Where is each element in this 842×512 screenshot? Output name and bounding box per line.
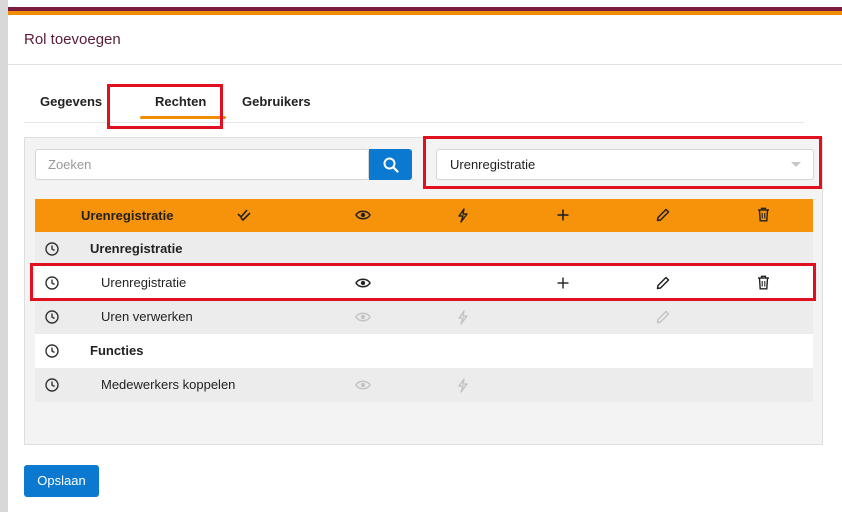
eye-icon[interactable] xyxy=(355,378,371,392)
dialog-panel: Rol toevoegen Gegevens Rechten Gebruiker… xyxy=(8,0,842,512)
pencil-icon[interactable] xyxy=(656,310,670,324)
bolt-icon[interactable] xyxy=(457,378,469,393)
row-label: Uren verwerken xyxy=(101,309,193,324)
tab-gebruikers[interactable]: Gebruikers xyxy=(242,84,311,120)
dialog-title: Rol toevoegen xyxy=(24,31,121,48)
search-icon xyxy=(383,157,399,173)
left-strip xyxy=(0,0,8,512)
eye-icon[interactable] xyxy=(355,208,371,222)
highlight-box-tab xyxy=(107,84,223,129)
bolt-icon[interactable] xyxy=(457,208,469,223)
group-row-urenregistratie: Urenregistratie xyxy=(35,232,813,266)
search-button[interactable] xyxy=(369,149,412,180)
highlight-box-row xyxy=(30,263,816,301)
row-label: Medewerkers koppelen xyxy=(101,377,236,392)
table-row-uren-verwerken[interactable]: Uren verwerken xyxy=(35,300,813,334)
pencil-icon[interactable] xyxy=(656,208,670,222)
group-row-functies: Functies xyxy=(35,334,813,368)
clock-icon xyxy=(45,378,59,392)
eye-icon[interactable] xyxy=(355,310,371,324)
plus-icon[interactable] xyxy=(557,209,569,221)
clock-icon xyxy=(45,344,59,358)
search-input[interactable] xyxy=(35,149,369,180)
tab-gegevens[interactable]: Gegevens xyxy=(40,84,102,120)
grid-header-label: Urenregistratie xyxy=(81,208,174,223)
group-label: Urenregistratie xyxy=(90,241,183,256)
check-all-icon[interactable] xyxy=(237,208,251,222)
save-button[interactable]: Opslaan xyxy=(24,465,99,497)
highlight-box-select xyxy=(423,136,822,189)
group-label: Functies xyxy=(90,343,144,358)
trash-icon[interactable] xyxy=(757,207,770,222)
clock-icon xyxy=(45,310,59,324)
clock-icon xyxy=(45,242,59,256)
bolt-icon[interactable] xyxy=(457,310,469,325)
grid-header: Urenregistratie xyxy=(35,199,813,232)
title-divider xyxy=(8,64,842,65)
brand-stripe-orange xyxy=(8,11,842,15)
table-row-medewerkers-koppelen[interactable]: Medewerkers koppelen xyxy=(35,368,813,402)
